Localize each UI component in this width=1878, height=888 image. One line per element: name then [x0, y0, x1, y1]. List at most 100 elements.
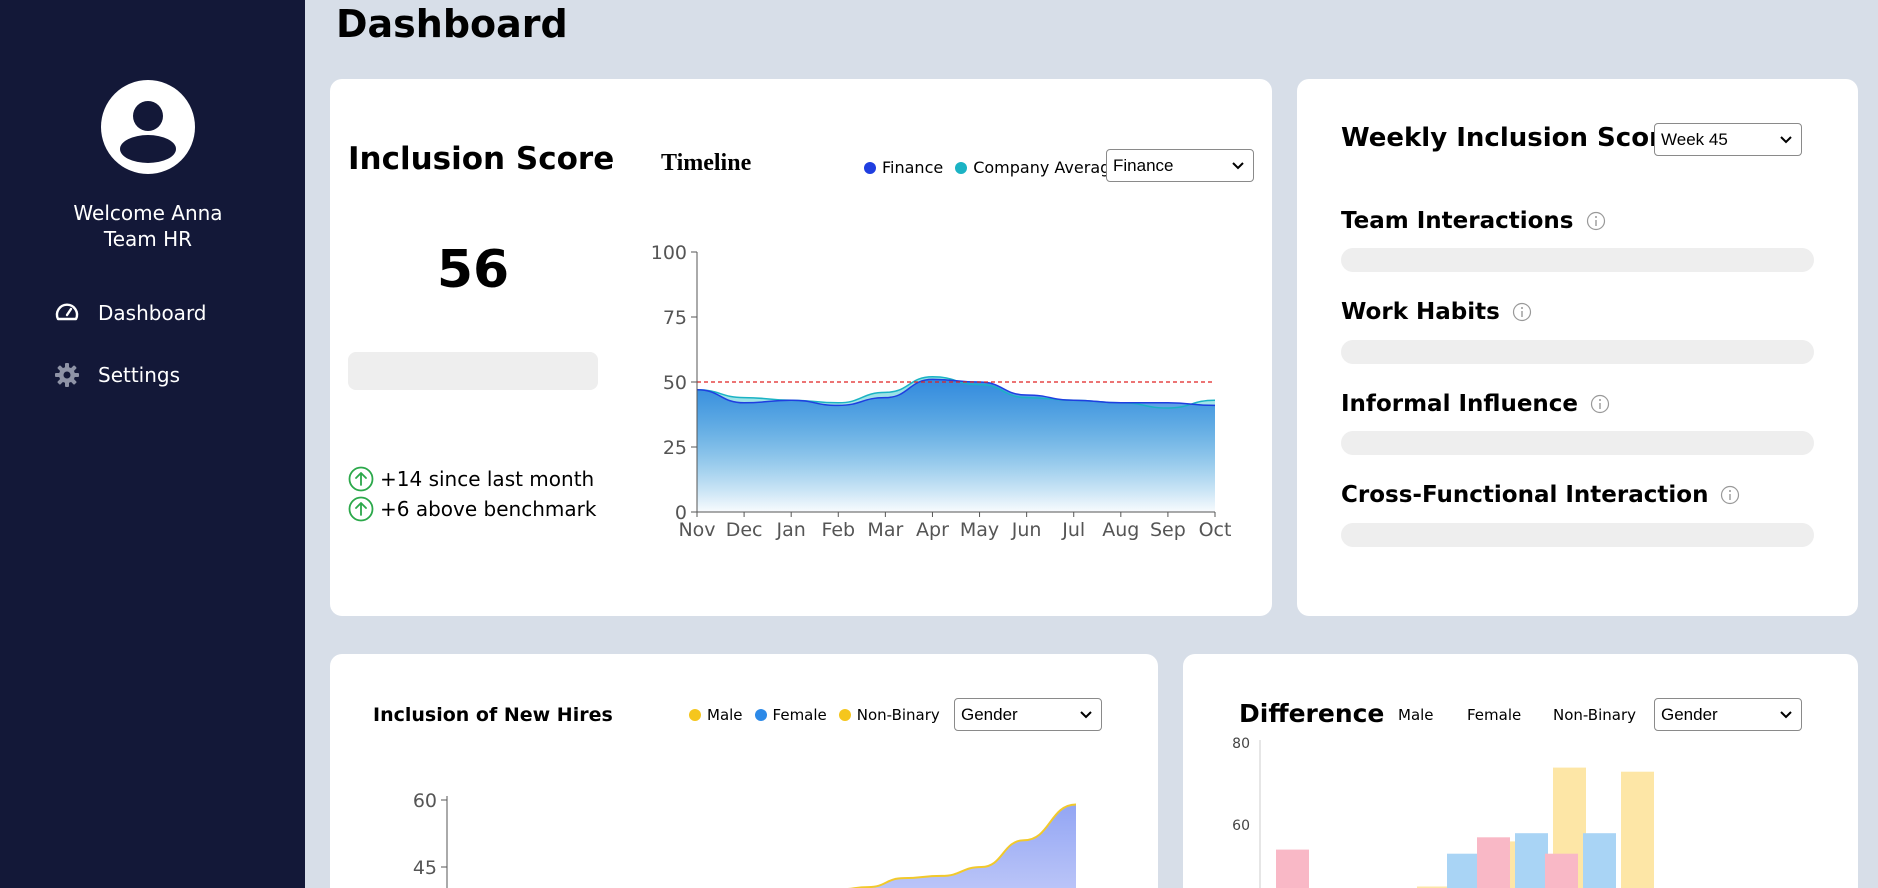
difference-title: Difference: [1239, 699, 1385, 728]
legend-label: Male: [707, 706, 743, 724]
bar: [1276, 849, 1309, 888]
x-tick-label: Dec: [726, 519, 763, 541]
x-tick-label: Aug: [1102, 519, 1139, 541]
legend-dot: [838, 709, 851, 721]
chevron-down-icon: [1080, 711, 1092, 719]
x-tick-label: Mar: [867, 519, 903, 541]
week-select[interactable]: Week 45: [1654, 123, 1802, 156]
legend-non-binary: Non-Binary: [838, 706, 940, 724]
bar: [1621, 771, 1654, 888]
user-avatar-icon: [101, 80, 195, 174]
legend-finance: Finance: [864, 158, 943, 177]
metric-bar-placeholder: [1341, 523, 1814, 547]
difference-chart: 60 80: [1232, 736, 1654, 888]
metric-bar-placeholder: [1341, 431, 1814, 455]
x-tick-label: Oct: [1199, 519, 1232, 541]
weekly-score-title: Weekly Inclusion Score: [1341, 123, 1680, 153]
new-hires-group-select[interactable]: Gender: [954, 698, 1102, 731]
metric-label: Work Habits: [1341, 299, 1500, 325]
y-tick-label: 60: [413, 790, 437, 812]
sidebar-item-settings[interactable]: Settings: [54, 362, 180, 388]
welcome-name: Welcome Anna: [73, 201, 223, 225]
x-tick-label: Nov: [678, 519, 715, 541]
legend-dot: [955, 161, 968, 174]
legend-dot: [864, 161, 876, 174]
welcome-team: Team HR: [103, 227, 193, 251]
legend-company-average: Company Average: [955, 158, 1120, 177]
metric-bar-placeholder: [1341, 248, 1814, 272]
legend-dot: [754, 709, 767, 721]
legend-dot: [689, 709, 701, 721]
metric-label: Cross-Functional Interaction: [1341, 482, 1709, 508]
bar: [1583, 833, 1616, 888]
sidebar: Welcome Anna Team HR Dashboard Settings: [0, 0, 305, 888]
info-icon[interactable]: [1512, 302, 1532, 322]
legend-label: Company Average: [973, 158, 1121, 177]
bar: [1545, 853, 1578, 888]
y-tick-label: 45: [413, 857, 437, 879]
metric-cross-functional: Cross-Functional Interaction: [1341, 482, 1740, 508]
legend-male: Male: [689, 706, 743, 724]
metric-label: Team Interactions: [1341, 208, 1574, 234]
arrow-up-circle-icon: [348, 466, 374, 492]
metric-informal-influence: Informal Influence: [1341, 391, 1610, 417]
chevron-down-icon: [1232, 162, 1244, 170]
x-tick-label: Apr: [916, 519, 949, 541]
select-value: Gender: [961, 704, 1018, 724]
diff-legend-non-binary: Non-Binary: [1553, 706, 1636, 724]
select-value: Gender: [1661, 704, 1718, 724]
y-tick-label: 60: [1232, 818, 1250, 834]
timeline-title: Timeline: [661, 150, 752, 176]
select-value: Week 45: [1661, 129, 1728, 149]
inclusion-score-title: Inclusion Score: [348, 141, 615, 177]
metric-label: Informal Influence: [1341, 391, 1579, 417]
delta-month: +14 since last month: [348, 466, 594, 492]
select-value: Finance: [1113, 155, 1174, 175]
legend-label: Female: [772, 706, 827, 724]
y-tick-label: 25: [663, 437, 687, 459]
metric-work-habits: Work Habits: [1341, 299, 1532, 325]
y-tick-label: 80: [1232, 736, 1250, 752]
metric-team-interactions: Team Interactions: [1341, 208, 1606, 234]
non-binary-area: [840, 804, 1076, 888]
new-hires-title: Inclusion of New Hires: [373, 704, 613, 726]
sidebar-item-dashboard[interactable]: Dashboard: [54, 300, 207, 326]
timeline-department-select[interactable]: Finance: [1106, 149, 1254, 182]
y-tick-label: 100: [651, 242, 687, 264]
delta-benchmark-text: +6 above benchmark: [380, 497, 597, 521]
x-tick-label: Jul: [1061, 519, 1085, 541]
x-tick-label: Sep: [1150, 519, 1186, 541]
arrow-up-circle-icon: [348, 496, 374, 522]
bar: [1447, 853, 1480, 888]
bar: [1477, 837, 1510, 888]
score-bar-placeholder: [348, 352, 598, 390]
chevron-down-icon: [1780, 136, 1792, 144]
inclusion-score-value: 56: [436, 240, 510, 300]
welcome-text: Welcome Anna Team HR: [0, 200, 296, 252]
new-hires-chart: 45 60: [413, 790, 1077, 888]
sidebar-item-label: Dashboard: [98, 301, 207, 325]
sidebar-item-label: Settings: [98, 363, 181, 387]
timeline-chart: 0255075100Nov Dec Jan Feb Mar Apr May Jun Jul Aug…: [651, 242, 1232, 541]
legend-label: Finance: [882, 158, 944, 177]
difference-group-select[interactable]: Gender: [1654, 698, 1802, 731]
diff-legend-male: Male: [1398, 706, 1434, 724]
gear-icon: [54, 362, 80, 388]
page-title: Dashboard: [336, 2, 568, 46]
legend-label: Non-Binary: [856, 706, 940, 724]
delta-month-text: +14 since last month: [380, 467, 595, 491]
x-tick-label: May: [960, 519, 999, 541]
info-icon[interactable]: [1720, 485, 1740, 505]
y-tick-label: 75: [663, 307, 687, 329]
gauge-icon: [54, 300, 80, 326]
bar: [1515, 833, 1548, 888]
x-tick-label: Jun: [1011, 519, 1042, 541]
metric-bar-placeholder: [1341, 340, 1814, 364]
timeline-legend: Finance Company Average: [864, 158, 1132, 177]
info-icon[interactable]: [1586, 211, 1606, 231]
x-tick-label: Feb: [821, 519, 855, 541]
delta-benchmark: +6 above benchmark: [348, 496, 596, 522]
info-icon[interactable]: [1590, 394, 1610, 414]
new-hires-legend: Male Female Non-Binary: [689, 706, 952, 724]
y-tick-label: 50: [663, 372, 687, 394]
